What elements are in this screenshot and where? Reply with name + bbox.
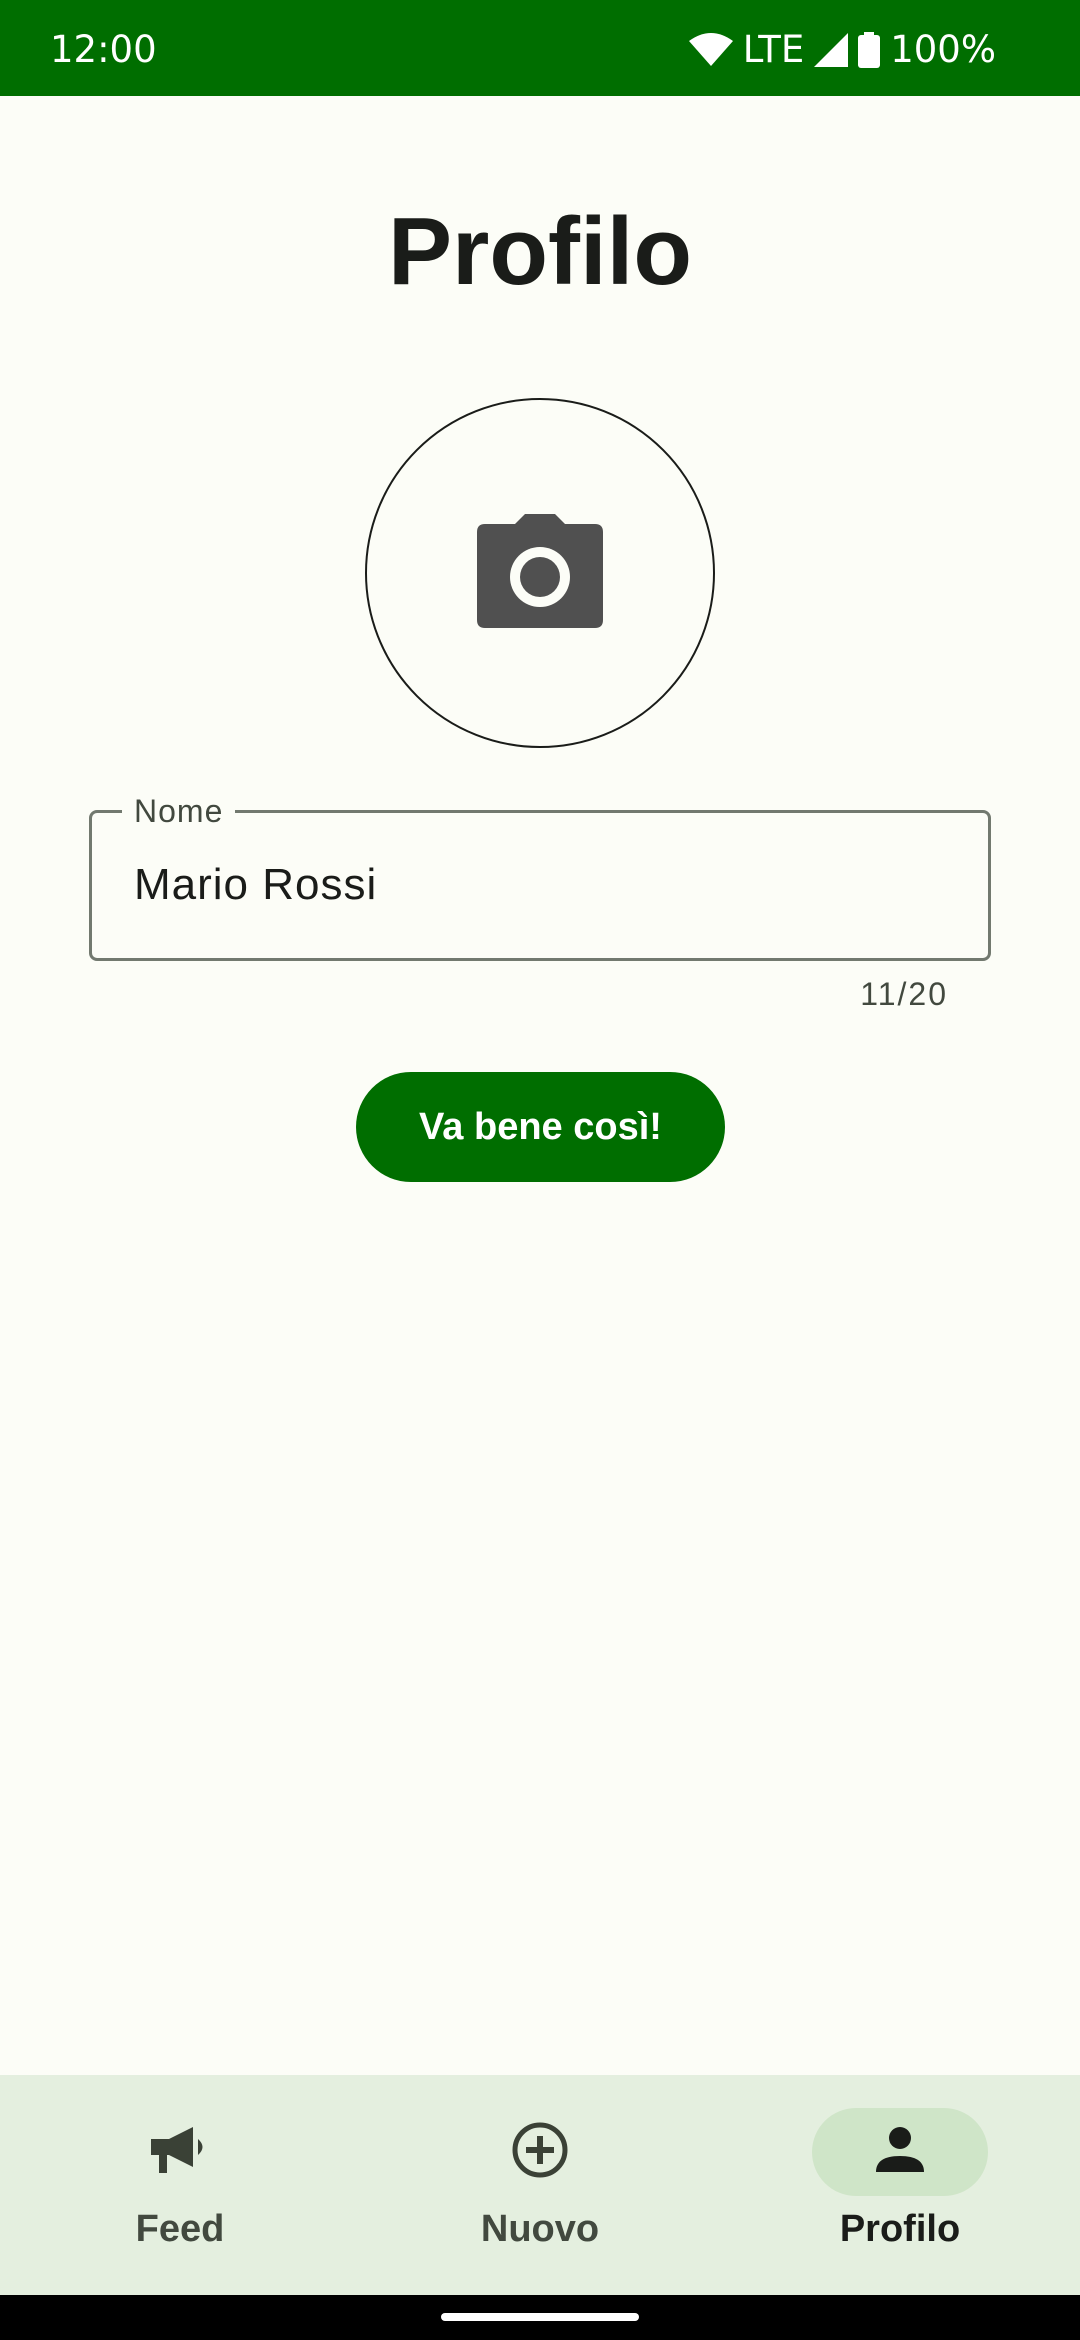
status-icons: LTE 100% (688, 28, 996, 71)
wifi-icon (688, 32, 733, 67)
bottom-navigation: Feed Nuovo Profilo (0, 2075, 1080, 2295)
add-circle-icon (511, 2121, 569, 2184)
nav-pill-nuovo (452, 2108, 628, 2196)
signal-icon (814, 32, 849, 67)
megaphone-icon (151, 2125, 209, 2180)
status-time: 12:00 (50, 28, 157, 71)
home-gesture-handle[interactable] (441, 2313, 639, 2321)
nav-label-nuovo: Nuovo (480, 2208, 600, 2250)
camera-icon (477, 513, 603, 633)
nav-item-feed[interactable]: Feed (0, 2075, 360, 2295)
battery-level: 100% (890, 28, 996, 71)
battery-icon (858, 31, 881, 68)
network-type: LTE (742, 28, 805, 71)
status-bar: 12:00 LTE 100% (0, 0, 1080, 96)
confirm-button[interactable]: Va bene così! (356, 1072, 725, 1182)
nav-item-nuovo[interactable]: Nuovo (360, 2075, 720, 2295)
page-title: Profilo (388, 198, 692, 305)
name-field-label: Nome (122, 791, 236, 831)
nav-label-profilo: Profilo (839, 2208, 961, 2250)
person-icon (876, 2126, 924, 2179)
nav-item-profilo[interactable]: Profilo (720, 2075, 1080, 2295)
character-counter: 11/20 (860, 976, 948, 1012)
name-field[interactable]: Nome (89, 791, 991, 961)
nav-label-feed: Feed (135, 2208, 225, 2250)
system-navigation-bar (0, 2295, 1080, 2340)
nav-pill-feed (92, 2108, 268, 2196)
name-input[interactable] (134, 855, 954, 915)
avatar-picker[interactable] (365, 398, 715, 748)
nav-pill-profilo (812, 2108, 988, 2196)
